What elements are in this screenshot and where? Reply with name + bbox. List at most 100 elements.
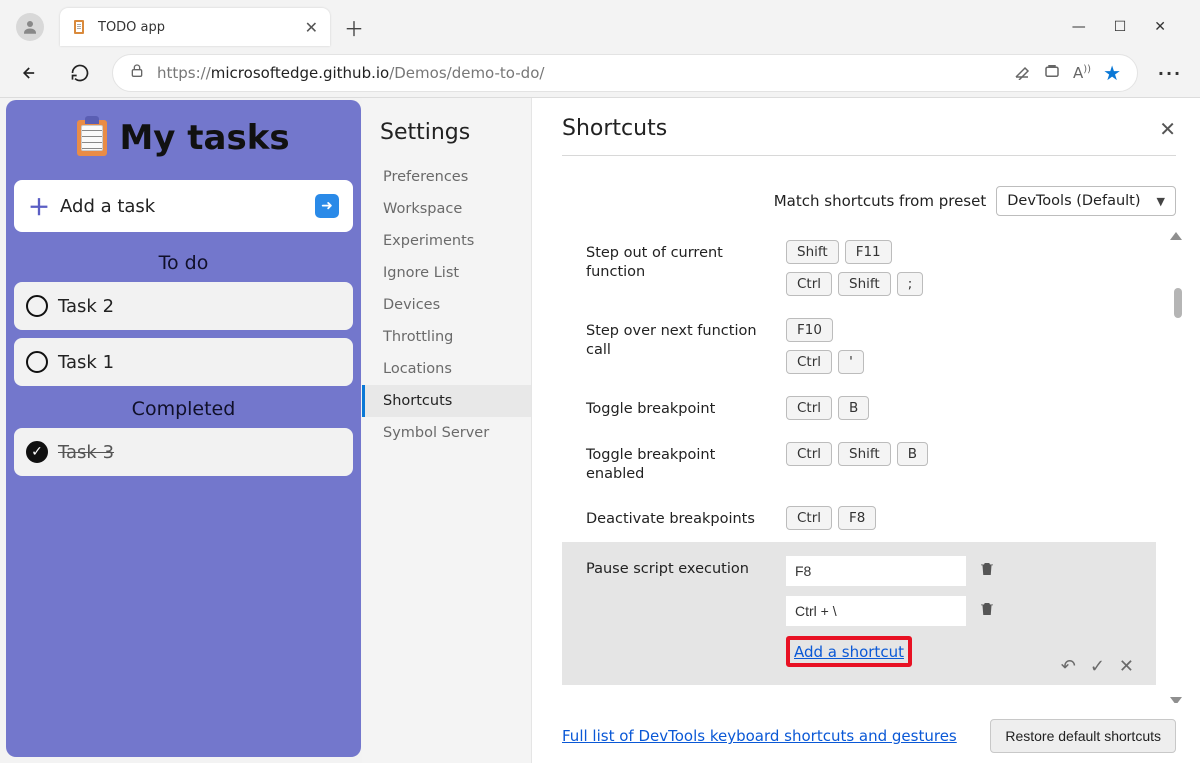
- add-shortcut-highlight: Add a shortcut: [786, 636, 912, 667]
- plus-icon: ＋: [28, 190, 50, 222]
- key: ': [838, 350, 864, 374]
- tab-strip: TODO app ✕ ＋ — ☐ ✕: [0, 0, 1200, 48]
- clipboard-icon: [77, 120, 107, 156]
- menu-button[interactable]: ···: [1152, 55, 1188, 91]
- shortcuts-pane: Shortcuts ✕ Match shortcuts from preset …: [532, 98, 1200, 763]
- undo-icon[interactable]: ↶: [1061, 656, 1076, 677]
- caret-down-icon: ▼: [1157, 195, 1165, 208]
- todo-app-panel: My tasks ＋ Add a task ➜ To do Task 2 Tas…: [6, 100, 361, 757]
- settings-sidebar: Settings Preferences Workspace Experimen…: [362, 98, 532, 763]
- document-icon: [72, 19, 88, 35]
- task-label: Task 2: [58, 296, 114, 317]
- add-task-placeholder: Add a task: [60, 196, 305, 217]
- nav-locations[interactable]: Locations: [362, 353, 531, 385]
- delete-shortcut-icon[interactable]: [978, 600, 996, 622]
- nav-preferences[interactable]: Preferences: [362, 161, 531, 193]
- collections-icon[interactable]: [1043, 62, 1061, 84]
- shortcut-label: Toggle breakpoint enabled: [586, 442, 776, 484]
- key: Ctrl: [786, 506, 832, 530]
- full-list-link[interactable]: Full list of DevTools keyboard shortcuts…: [562, 727, 957, 745]
- add-task-input[interactable]: ＋ Add a task ➜: [14, 180, 353, 232]
- shortcut-row-editing: Pause script execution: [562, 542, 1156, 685]
- nav-devices[interactable]: Devices: [362, 289, 531, 321]
- shortcut-label: Pause script execution: [586, 556, 776, 579]
- settings-heading: Settings: [380, 120, 531, 145]
- tab-close-icon[interactable]: ✕: [305, 18, 318, 37]
- tab-title: TODO app: [98, 20, 295, 35]
- todo-title: My tasks: [14, 118, 353, 158]
- shortcut-label: Deactivate breakpoints: [586, 506, 776, 529]
- browser-toolbar: https://microsoftedge.github.io/Demos/de…: [0, 48, 1200, 98]
- browser-chrome: TODO app ✕ ＋ — ☐ ✕ https://microsoftedge…: [0, 0, 1200, 98]
- shortcut-label: Step over next function call: [586, 318, 776, 360]
- new-tab-button[interactable]: ＋: [338, 11, 370, 43]
- submit-arrow-icon[interactable]: ➜: [315, 194, 339, 218]
- favorite-star-icon[interactable]: ★: [1103, 61, 1121, 85]
- nav-symbol-server[interactable]: Symbol Server: [362, 417, 531, 449]
- task-item[interactable]: Task 2: [14, 282, 353, 330]
- section-completed-label: Completed: [14, 398, 353, 420]
- nav-experiments[interactable]: Experiments: [362, 225, 531, 257]
- delete-shortcut-icon[interactable]: [978, 560, 996, 582]
- content-area: My tasks ＋ Add a task ➜ To do Task 2 Tas…: [0, 98, 1200, 763]
- key: F8: [838, 506, 876, 530]
- add-shortcut-link[interactable]: Add a shortcut: [794, 643, 904, 661]
- app-heading: My tasks: [119, 118, 289, 158]
- task-checkbox[interactable]: [26, 351, 48, 373]
- back-button[interactable]: [12, 55, 48, 91]
- nav-shortcuts[interactable]: Shortcuts: [362, 385, 531, 417]
- shortcut-input[interactable]: [786, 596, 966, 626]
- key: Shift: [838, 272, 891, 296]
- restore-defaults-button[interactable]: Restore default shortcuts: [990, 719, 1176, 753]
- task-label: Task 3: [58, 442, 114, 463]
- browser-tab[interactable]: TODO app ✕: [60, 8, 330, 46]
- key: Shift: [838, 442, 891, 466]
- cancel-icon[interactable]: ✕: [1119, 656, 1134, 677]
- preset-label: Match shortcuts from preset: [774, 192, 987, 210]
- task-item-completed[interactable]: Task 3: [14, 428, 353, 476]
- edit-icon[interactable]: [1013, 62, 1031, 84]
- settings-nav: Preferences Workspace Experiments Ignore…: [362, 161, 531, 449]
- nav-ignore-list[interactable]: Ignore List: [362, 257, 531, 289]
- shortcut-row: Step over next function call F10 Ctrl': [562, 308, 1156, 386]
- shortcuts-footer: Full list of DevTools keyboard shortcuts…: [562, 703, 1176, 753]
- key: Ctrl: [786, 350, 832, 374]
- address-bar[interactable]: https://microsoftedge.github.io/Demos/de…: [112, 54, 1138, 92]
- key: B: [838, 396, 869, 420]
- key: Shift: [786, 240, 839, 264]
- minimize-icon[interactable]: —: [1072, 19, 1086, 35]
- shortcuts-heading: Shortcuts: [562, 116, 1159, 141]
- shortcut-row: Toggle breakpoint CtrlB: [562, 386, 1156, 432]
- task-checkbox-checked[interactable]: [26, 441, 48, 463]
- preset-value: DevTools (Default): [1007, 193, 1140, 209]
- scrollbar[interactable]: [1168, 232, 1184, 703]
- key: F11: [845, 240, 892, 264]
- close-settings-icon[interactable]: ✕: [1159, 117, 1176, 141]
- key: B: [897, 442, 928, 466]
- site-security-icon[interactable]: [129, 63, 145, 83]
- window-controls: — ☐ ✕: [1072, 19, 1192, 35]
- key: ;: [897, 272, 924, 296]
- close-window-icon[interactable]: ✕: [1154, 19, 1166, 35]
- shortcut-row: Step out of current function ShiftF11 Ct…: [562, 230, 1156, 308]
- refresh-button[interactable]: [62, 55, 98, 91]
- task-label: Task 1: [58, 352, 114, 373]
- shortcuts-scroll-area: Step out of current function ShiftF11 Ct…: [562, 230, 1186, 703]
- task-checkbox[interactable]: [26, 295, 48, 317]
- nav-throttling[interactable]: Throttling: [362, 321, 531, 353]
- confirm-icon[interactable]: ✓: [1090, 656, 1105, 677]
- shortcut-row: Toggle breakpoint enabled CtrlShiftB: [562, 432, 1156, 496]
- section-todo-label: To do: [14, 252, 353, 274]
- edit-actions: ↶ ✓ ✕: [1061, 656, 1134, 677]
- maximize-icon[interactable]: ☐: [1114, 19, 1127, 35]
- shortcut-label: Toggle breakpoint: [586, 396, 776, 419]
- key: Ctrl: [786, 396, 832, 420]
- preset-select[interactable]: DevTools (Default) ▼: [996, 186, 1176, 216]
- key: F10: [786, 318, 833, 342]
- shortcut-input[interactable]: [786, 556, 966, 586]
- profile-avatar[interactable]: [16, 13, 44, 41]
- task-item[interactable]: Task 1: [14, 338, 353, 386]
- nav-workspace[interactable]: Workspace: [362, 193, 531, 225]
- shortcut-label: Step out of current function: [586, 240, 776, 282]
- read-aloud-icon[interactable]: A)): [1073, 64, 1091, 82]
